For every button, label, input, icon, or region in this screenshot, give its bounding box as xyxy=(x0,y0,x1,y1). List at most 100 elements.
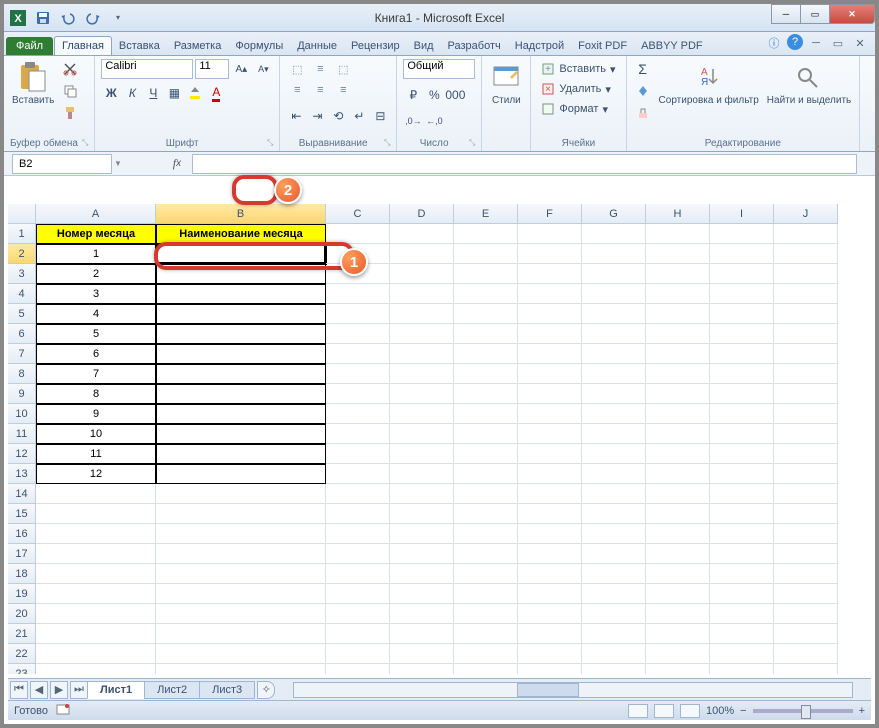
cell[interactable] xyxy=(582,264,646,284)
fill-button[interactable] xyxy=(633,81,653,101)
cell[interactable] xyxy=(774,504,838,524)
cell[interactable] xyxy=(646,544,710,564)
cell[interactable] xyxy=(710,624,774,644)
sheet-tab-2[interactable]: Лист2 xyxy=(144,681,200,699)
cell[interactable] xyxy=(454,404,518,424)
cell[interactable] xyxy=(646,604,710,624)
cell[interactable] xyxy=(390,604,454,624)
cell[interactable] xyxy=(646,404,710,424)
row-header[interactable]: 6 xyxy=(8,324,36,344)
cell[interactable] xyxy=(390,644,454,664)
cell[interactable] xyxy=(710,564,774,584)
cell[interactable]: 1 xyxy=(36,244,156,264)
cell[interactable] xyxy=(582,624,646,644)
decrease-font-button[interactable]: A▾ xyxy=(253,59,273,79)
column-header[interactable]: I xyxy=(710,204,774,224)
wrap-text-button[interactable]: ↵ xyxy=(349,106,369,126)
cell[interactable] xyxy=(156,604,326,624)
cell[interactable] xyxy=(710,324,774,344)
currency-button[interactable]: ₽ xyxy=(403,85,423,105)
cell[interactable] xyxy=(454,664,518,674)
font-color-button[interactable]: A xyxy=(206,83,226,103)
cell[interactable] xyxy=(646,504,710,524)
cell[interactable] xyxy=(454,484,518,504)
cell[interactable] xyxy=(774,244,838,264)
cell[interactable] xyxy=(36,544,156,564)
cell[interactable] xyxy=(710,284,774,304)
align-center-button[interactable]: ≡ xyxy=(309,80,331,100)
row-header[interactable]: 22 xyxy=(8,644,36,664)
cell[interactable] xyxy=(390,324,454,344)
cell[interactable] xyxy=(156,564,326,584)
font-dialog-launcher[interactable]: ⤡ xyxy=(267,138,273,148)
cell[interactable] xyxy=(582,304,646,324)
cell[interactable] xyxy=(646,224,710,244)
sheet-tab-3[interactable]: Лист3 xyxy=(199,681,255,699)
sheet-nav-last[interactable]: ⏭ xyxy=(70,681,88,699)
cell[interactable] xyxy=(646,244,710,264)
cell[interactable] xyxy=(326,524,390,544)
cell[interactable] xyxy=(156,624,326,644)
cell[interactable] xyxy=(646,644,710,664)
cell[interactable] xyxy=(774,544,838,564)
cell[interactable] xyxy=(390,224,454,244)
cell[interactable] xyxy=(326,644,390,664)
tab-data[interactable]: Данные xyxy=(290,37,344,55)
cell[interactable] xyxy=(518,544,582,564)
cell[interactable] xyxy=(454,524,518,544)
cell[interactable] xyxy=(582,504,646,524)
cell[interactable] xyxy=(582,604,646,624)
cell[interactable] xyxy=(518,284,582,304)
cell[interactable] xyxy=(454,504,518,524)
cell[interactable] xyxy=(582,324,646,344)
format-cells-button[interactable]: Формат ▾ xyxy=(537,99,612,119)
find-select-button[interactable]: Найти и выделить xyxy=(765,59,853,108)
column-header[interactable]: J xyxy=(774,204,838,224)
align-bottom-button[interactable]: ⬚ xyxy=(332,59,354,79)
cell[interactable] xyxy=(36,584,156,604)
doc-restore[interactable]: ▭ xyxy=(829,34,847,52)
cell[interactable] xyxy=(390,624,454,644)
cell[interactable] xyxy=(774,624,838,644)
cell[interactable] xyxy=(156,324,326,344)
cell[interactable] xyxy=(326,324,390,344)
cell[interactable] xyxy=(156,464,326,484)
minimize-ribbon-button[interactable]: ⓘ xyxy=(765,34,783,52)
cell[interactable] xyxy=(326,404,390,424)
cell[interactable] xyxy=(646,584,710,604)
cell[interactable] xyxy=(326,544,390,564)
column-header[interactable]: E xyxy=(454,204,518,224)
insert-function-button[interactable]: fx xyxy=(166,154,188,174)
cell[interactable] xyxy=(156,284,326,304)
cell[interactable] xyxy=(390,544,454,564)
cell[interactable] xyxy=(774,564,838,584)
cell[interactable] xyxy=(390,404,454,424)
row-header[interactable]: 14 xyxy=(8,484,36,504)
underline-button[interactable]: Ч xyxy=(143,83,163,103)
cell[interactable] xyxy=(454,584,518,604)
cell[interactable] xyxy=(454,304,518,324)
cell[interactable] xyxy=(454,604,518,624)
cell[interactable] xyxy=(326,304,390,324)
row-header[interactable]: 16 xyxy=(8,524,36,544)
cell[interactable] xyxy=(710,604,774,624)
cell[interactable] xyxy=(774,604,838,624)
cell[interactable] xyxy=(390,284,454,304)
cell[interactable] xyxy=(454,284,518,304)
cell[interactable] xyxy=(36,564,156,584)
cell[interactable] xyxy=(390,244,454,264)
cell[interactable] xyxy=(646,304,710,324)
column-header[interactable]: F xyxy=(518,204,582,224)
zoom-level[interactable]: 100% xyxy=(706,705,734,717)
cell[interactable] xyxy=(710,264,774,284)
cell[interactable] xyxy=(582,444,646,464)
cell[interactable]: 11 xyxy=(36,444,156,464)
merge-button[interactable]: ⊟ xyxy=(370,106,390,126)
cell[interactable] xyxy=(454,364,518,384)
cell[interactable] xyxy=(774,364,838,384)
tab-addins[interactable]: Надстрой xyxy=(508,37,571,55)
cell[interactable] xyxy=(156,404,326,424)
cell[interactable] xyxy=(646,324,710,344)
view-pagebreak-button[interactable] xyxy=(680,704,700,718)
cell[interactable] xyxy=(774,484,838,504)
